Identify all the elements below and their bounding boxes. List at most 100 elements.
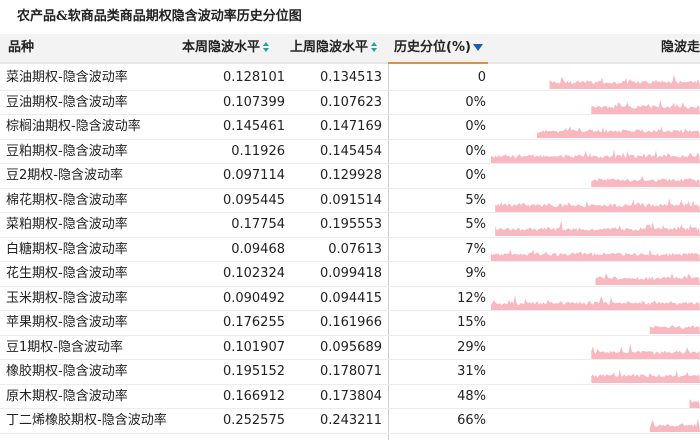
row-percentile: 29% <box>457 339 486 355</box>
row-previous-iv: 0.094415 <box>319 290 382 306</box>
trend-area <box>495 197 700 212</box>
trend-area <box>591 369 700 383</box>
column-header-trend-label: 隐波走 <box>660 40 700 55</box>
column-header-percentile[interactable]: 历史分位(%) <box>388 34 488 64</box>
table-row[interactable]: 原木期权-隐含波动率 0.166912 0.173804 48% <box>0 385 700 409</box>
column-header-current[interactable]: 本周隐波水平 <box>182 34 270 62</box>
trend-sparkline <box>491 294 700 310</box>
row-previous-iv: 0.07613 <box>328 241 382 257</box>
row-name: 原木期权-隐含波动率 <box>6 388 128 404</box>
row-name: 棕榈油期权-隐含波动率 <box>6 119 141 134</box>
row-name: 花生期权-隐含波动率 <box>6 266 128 281</box>
row-name: 豆油期权-隐含波动率 <box>6 94 128 110</box>
trend-area <box>649 325 700 334</box>
table-row[interactable]: 棕榈油期权-隐含波动率 0.145461 0.147169 0% <box>0 115 700 140</box>
table-row[interactable]: 白糖期权-隐含波动率 0.09468 0.07613 7% <box>0 238 700 262</box>
table-row[interactable]: 丁二烯橡胶期权-隐含波动率 0.252575 0.243211 66% <box>0 409 700 434</box>
row-percentile: 7% <box>465 241 486 257</box>
trend-sparkline <box>689 398 700 408</box>
table-row[interactable]: 苹果期权-隐含波动率 0.176255 0.161966 15% <box>0 311 700 336</box>
table-body: 菜油期权-隐含波动率 0.128101 0.134513 0 豆油期权-隐含波动率 0.1… <box>0 66 700 434</box>
table-row[interactable]: 豆油期权-隐含波动率 0.107399 0.107623 0% <box>0 91 700 115</box>
row-previous-iv: 0.099418 <box>319 266 382 281</box>
row-percentile: 0 <box>477 70 486 85</box>
trend-area <box>689 398 700 408</box>
row-previous-iv: 0.173804 <box>319 388 382 404</box>
column-header-trend: 隐波走 <box>661 34 700 62</box>
row-current-iv: 0.128101 <box>222 70 285 85</box>
table-row[interactable]: 菜粕期权-隐含波动率 0.17754 0.195553 5% <box>0 213 700 238</box>
trend-sparkline <box>591 342 700 359</box>
row-percentile: 66% <box>457 413 486 428</box>
row-previous-iv: 0.107623 <box>319 94 382 110</box>
row-current-iv: 0.107399 <box>222 94 285 110</box>
table-row[interactable]: 花生期权-隐含波动率 0.102324 0.099418 9% <box>0 262 700 287</box>
table-row[interactable]: 豆粕期权-隐含波动率 0.11926 0.145454 0% <box>0 140 700 164</box>
trend-area <box>491 248 700 261</box>
table-row[interactable]: 豆2期权-隐含波动率 0.097114 0.129928 0% <box>0 164 700 189</box>
table-row[interactable]: 玉米期权-隐含波动率 0.090492 0.094415 12% <box>0 287 700 311</box>
row-name: 白糖期权-隐含波动率 <box>6 241 128 257</box>
row-percentile: 15% <box>457 315 486 330</box>
table-row[interactable]: 棉花期权-隐含波动率 0.095445 0.091514 5% <box>0 189 700 213</box>
trend-sparkline <box>649 418 700 432</box>
row-current-iv: 0.09468 <box>231 241 285 257</box>
row-percentile: 5% <box>465 192 486 208</box>
row-name: 苹果期权-隐含波动率 <box>6 315 128 330</box>
trend-sparkline <box>537 125 700 138</box>
row-current-iv: 0.102324 <box>222 266 285 281</box>
trend-sparkline <box>495 220 700 236</box>
row-name: 菜粕期权-隐含波动率 <box>6 217 128 232</box>
table-row[interactable]: 豆1期权-隐含波动率 0.101907 0.095689 29% <box>0 336 700 360</box>
table-row[interactable]: 菜油期权-隐含波动率 0.128101 0.134513 0 <box>0 66 700 91</box>
row-percentile: 0% <box>465 168 486 183</box>
table-header: 品种 本周隐波水平 上周隐波水平 历史分位(%) 隐波走 <box>0 34 700 64</box>
trend-area <box>649 418 700 432</box>
column-header-name: 品种 <box>8 34 34 62</box>
row-previous-iv: 0.095689 <box>319 339 382 355</box>
row-current-iv: 0.166912 <box>222 388 285 404</box>
row-current-iv: 0.11926 <box>231 143 285 159</box>
row-current-iv: 0.090492 <box>222 290 285 306</box>
trend-area <box>491 148 700 163</box>
row-percentile: 0% <box>465 143 486 159</box>
trend-sparkline <box>491 148 700 163</box>
row-percentile: 5% <box>465 217 486 232</box>
row-previous-iv: 0.145454 <box>319 143 382 159</box>
row-current-iv: 0.195152 <box>222 364 285 379</box>
row-previous-iv: 0.091514 <box>319 192 382 208</box>
trend-area <box>491 294 700 310</box>
row-name: 菜油期权-隐含波动率 <box>6 70 128 85</box>
trend-area <box>495 220 700 236</box>
row-name: 玉米期权-隐含波动率 <box>6 290 128 306</box>
table-row[interactable]: 橡胶期权-隐含波动率 0.195152 0.178071 31% <box>0 360 700 385</box>
trend-area <box>591 342 700 359</box>
row-previous-iv: 0.195553 <box>319 217 382 232</box>
trend-sparkline <box>591 99 700 114</box>
page-title: 农产品&软商品类商品期权隐含波动率历史分位图 <box>17 9 302 24</box>
row-current-iv: 0.176255 <box>222 315 285 330</box>
trend-area <box>549 74 700 89</box>
column-header-previous[interactable]: 上周隐波水平 <box>290 34 378 62</box>
sort-icon[interactable] <box>370 41 378 54</box>
row-current-iv: 0.095445 <box>222 192 285 208</box>
trend-sparkline <box>491 248 700 261</box>
column-header-name-label: 品种 <box>8 40 35 55</box>
row-previous-iv: 0.129928 <box>319 168 382 183</box>
trend-area <box>537 125 700 138</box>
sort-descending-icon[interactable] <box>472 44 483 51</box>
row-name: 豆1期权-隐含波动率 <box>6 339 123 355</box>
trend-sparkline <box>591 175 700 187</box>
trend-area <box>591 99 700 114</box>
row-previous-iv: 0.134513 <box>319 70 382 85</box>
column-header-percentile-label: 历史分位(%) <box>394 40 471 55</box>
trend-area <box>595 272 700 285</box>
row-percentile: 12% <box>457 290 486 306</box>
row-previous-iv: 0.147169 <box>319 119 382 134</box>
sort-icon[interactable] <box>262 41 270 54</box>
row-current-iv: 0.252575 <box>222 413 285 428</box>
row-percentile: 48% <box>457 388 486 404</box>
row-current-iv: 0.097114 <box>222 168 285 183</box>
row-name: 棉花期权-隐含波动率 <box>6 192 128 208</box>
row-percentile: 31% <box>457 364 486 379</box>
